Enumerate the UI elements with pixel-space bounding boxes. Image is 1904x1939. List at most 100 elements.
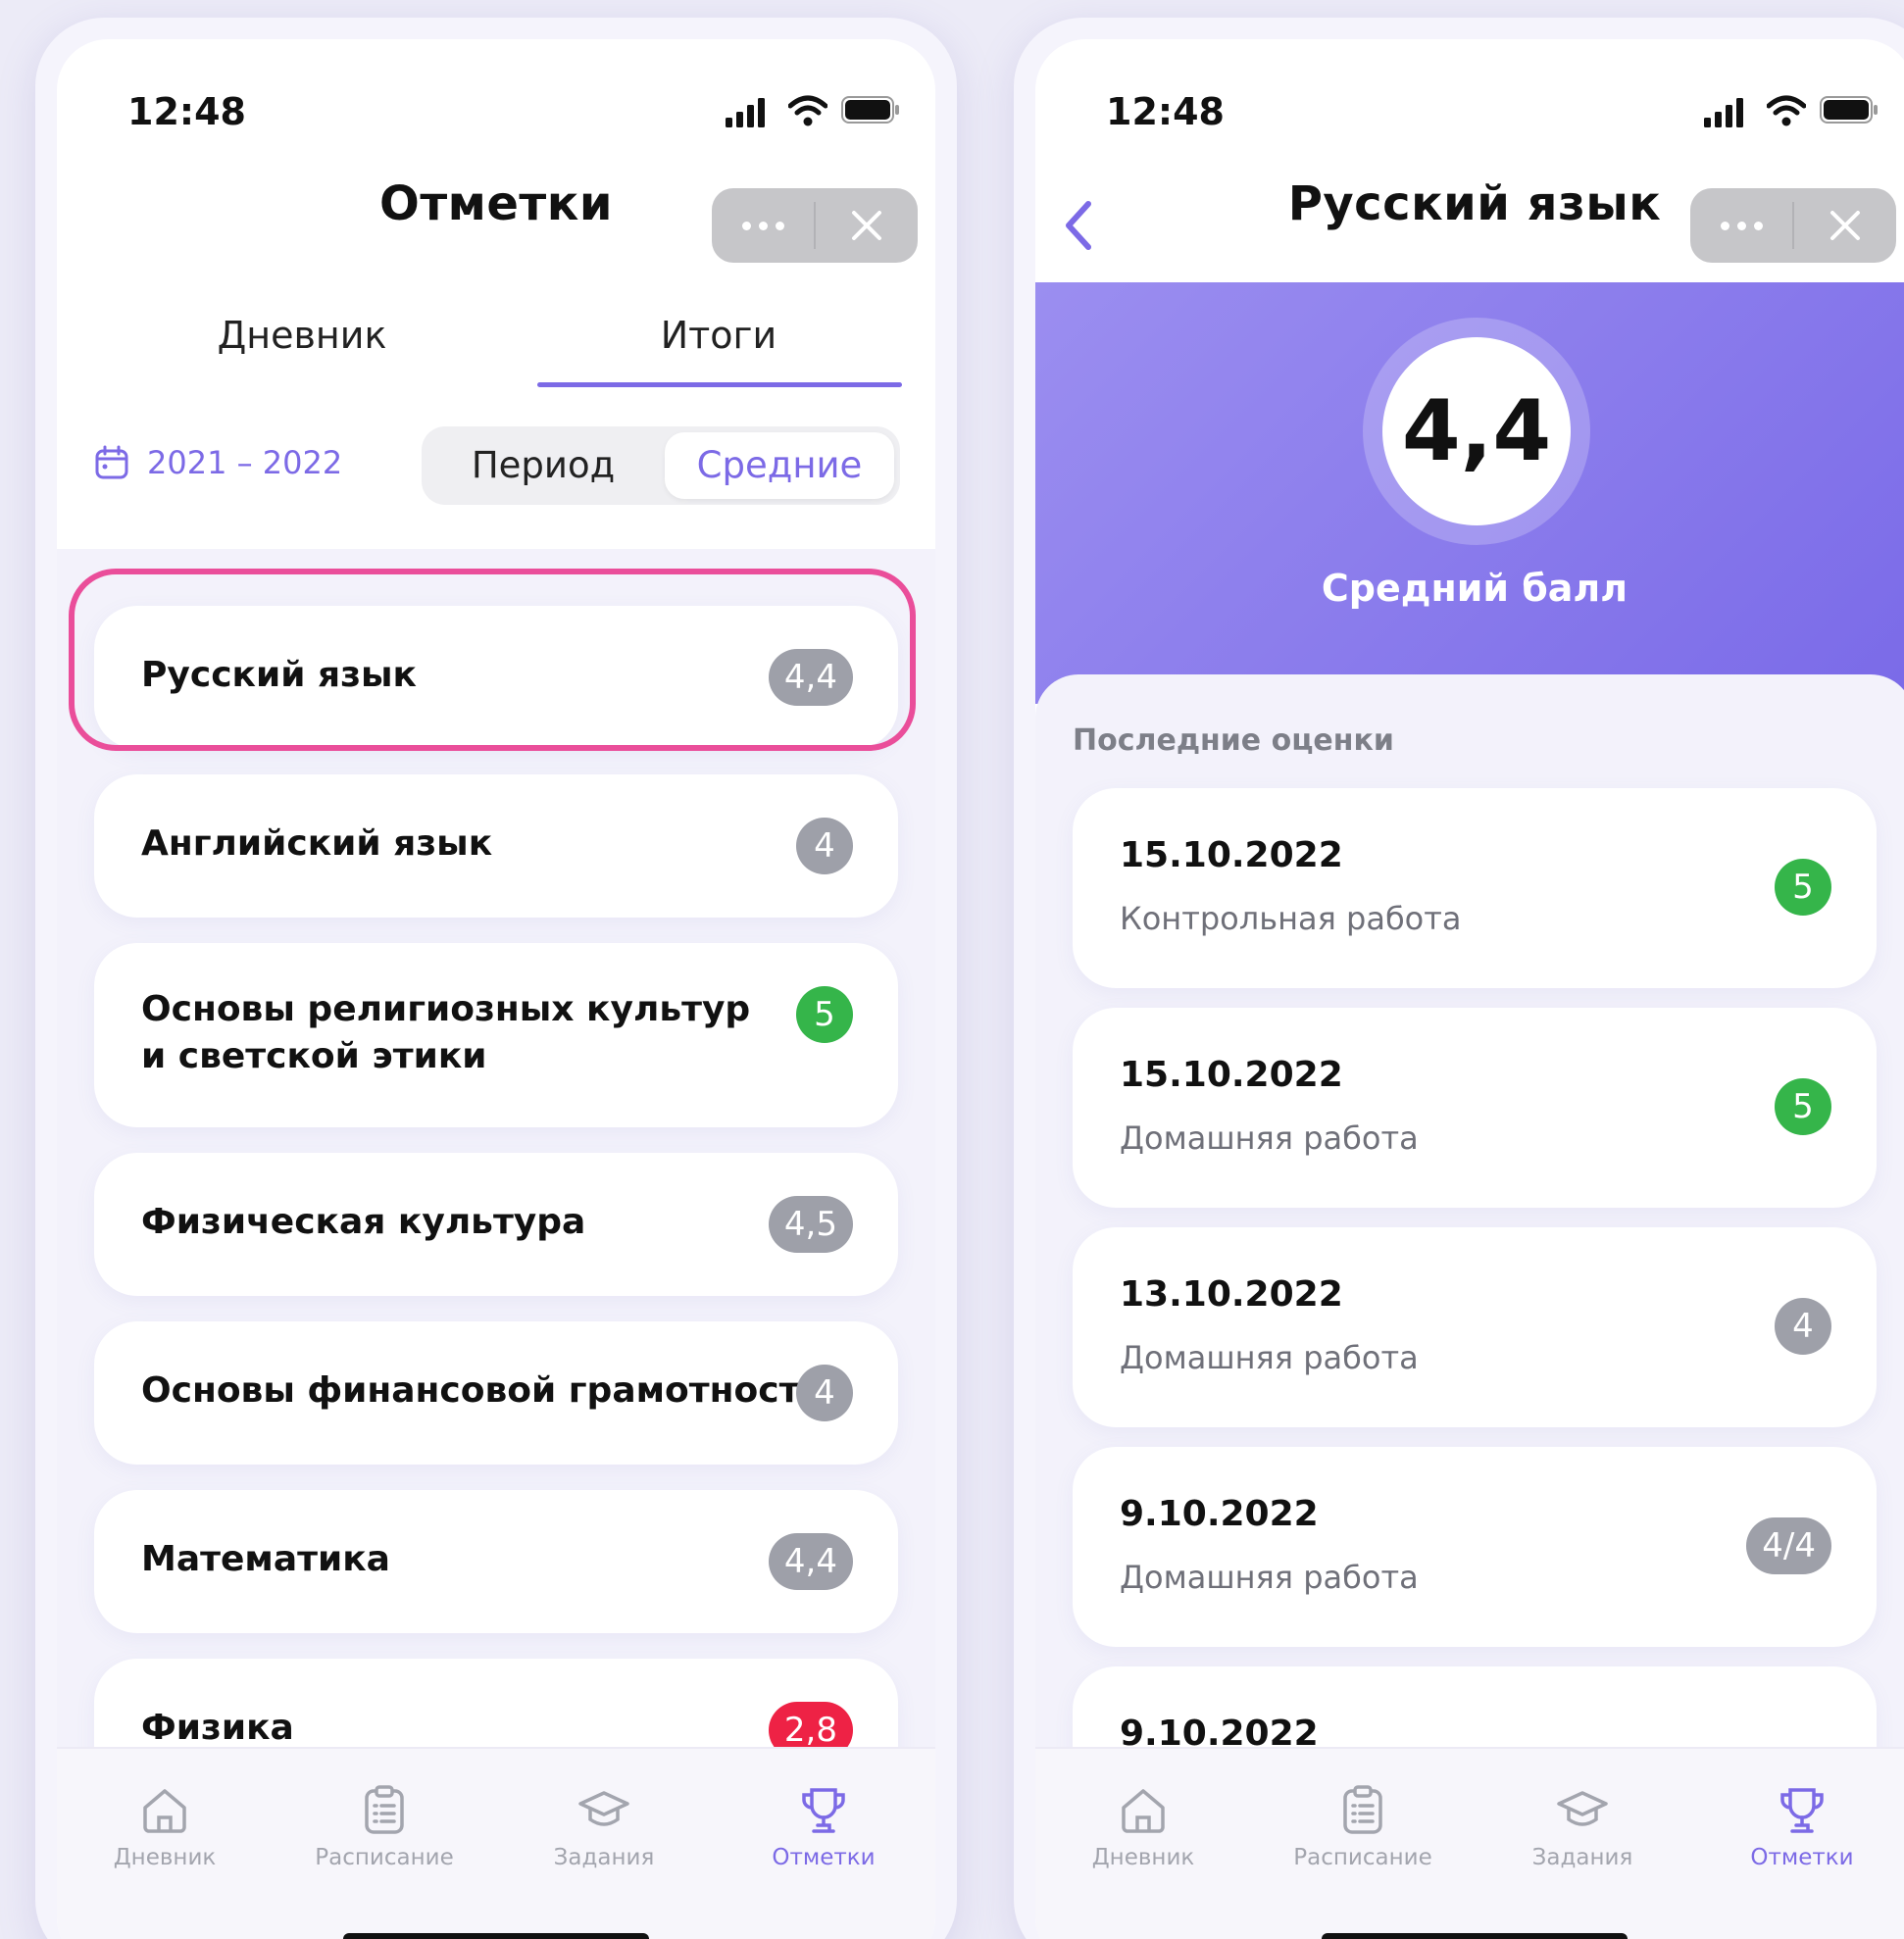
home-icon <box>143 1789 186 1833</box>
segment-period[interactable]: Период <box>427 432 659 499</box>
grade-card[interactable]: 15.10.2022 Домашняя работа 5 <box>1073 1008 1877 1208</box>
subject-name: Английский язык <box>141 823 493 864</box>
active-tab-indicator <box>537 382 902 387</box>
subject-name: Математика <box>141 1539 390 1579</box>
grade-type: Домашняя работа <box>1120 1559 1419 1596</box>
grade-type: Домашняя работа <box>1120 1119 1419 1157</box>
nav-schedule[interactable]: Расписание <box>1265 1782 1461 1870</box>
grade-badge: 5 <box>796 986 853 1043</box>
tab-diary[interactable]: Дневник <box>106 304 498 357</box>
battery-icon <box>841 96 899 124</box>
grade-date: 13.10.2022 <box>1120 1274 1343 1315</box>
subject-card[interactable]: Основы религиозных культур и светской эт… <box>94 943 898 1127</box>
status-time: 12:48 <box>127 90 246 133</box>
home-indicator <box>343 1933 649 1939</box>
mini-app-capsule <box>712 188 918 263</box>
more-button[interactable] <box>1690 188 1792 263</box>
grade-card[interactable]: 15.10.2022 Контрольная работа 5 <box>1073 788 1877 988</box>
nav-tasks[interactable]: Задания <box>506 1782 702 1870</box>
left-screen: 12:48 Отметки Дневник Итоги 2021 – 2022 <box>57 39 935 1939</box>
bottom-nav: Дневник Расписание Задания Отметки <box>1035 1747 1904 1939</box>
average-label: Средний балл <box>1321 567 1628 610</box>
average-score: 4,4 <box>1382 337 1571 525</box>
recent-grades-sheet: Последние оценки 15.10.2022 Контрольная … <box>1035 674 1904 1866</box>
right-phone: 12:48 Русский язык 4,4 Средний балл Посл… <box>1014 18 1904 1939</box>
subject-card[interactable]: Математика 4,4 <box>94 1490 898 1633</box>
segmented-control: Период Средние <box>422 426 900 505</box>
year-label: 2021 – 2022 <box>147 444 343 481</box>
grade-badge: 4/4 <box>1746 1517 1831 1574</box>
tab-totals[interactable]: Итоги <box>537 304 900 357</box>
nav-label: Дневник <box>113 1845 217 1870</box>
more-button[interactable] <box>712 188 814 263</box>
signal-icon <box>726 98 765 127</box>
nav-tasks[interactable]: Задания <box>1484 1782 1680 1870</box>
nav-diary[interactable]: Дневник <box>67 1782 263 1870</box>
grade-badge: 5 <box>1775 859 1831 916</box>
nav-schedule[interactable]: Расписание <box>286 1782 482 1870</box>
grade-date: 9.10.2022 <box>1120 1494 1319 1534</box>
grade-badge: 4 <box>1775 1298 1831 1355</box>
status-bar: 12:48 <box>57 39 935 176</box>
battery-icon <box>1820 96 1878 124</box>
left-phone: 12:48 Отметки Дневник Итоги 2021 – 2022 <box>35 18 957 1939</box>
grade-badge: 5 <box>1775 1078 1831 1135</box>
mini-app-capsule <box>1690 188 1896 263</box>
status-time: 12:48 <box>1106 90 1225 133</box>
close-button[interactable] <box>816 188 918 263</box>
grade-badge: 4,5 <box>768 1196 853 1253</box>
nav-marks[interactable]: Отметки <box>1704 1782 1900 1870</box>
grade-date: 15.10.2022 <box>1120 835 1343 875</box>
grade-type: Контрольная работа <box>1120 900 1462 937</box>
section-title: Последние оценки <box>1073 723 1394 758</box>
subject-name: Основы финансовой грамотности <box>141 1370 825 1411</box>
nav-label: Отметки <box>772 1845 876 1870</box>
home-indicator <box>1322 1933 1628 1939</box>
bottom-nav: Дневник Расписание Задания Отметки <box>57 1747 935 1939</box>
subject-name-line2: и светской этики <box>141 1036 487 1076</box>
graduation-cap-icon <box>1557 1791 1608 1826</box>
right-screen: 12:48 Русский язык 4,4 Средний балл Посл… <box>1035 39 1904 1939</box>
subject-card[interactable]: Физическая культура 4,5 <box>94 1153 898 1296</box>
grade-date: 15.10.2022 <box>1120 1055 1343 1095</box>
wifi-icon <box>1767 95 1806 126</box>
grade-card[interactable]: 13.10.2022 Домашняя работа 4 <box>1073 1227 1877 1427</box>
nav-label: Расписание <box>315 1845 454 1870</box>
nav-label: Отметки <box>1750 1845 1854 1870</box>
clipboard-icon <box>365 1785 404 1834</box>
grade-badge: 4,4 <box>768 1533 853 1590</box>
clipboard-icon <box>1343 1785 1382 1834</box>
grade-badge: 4 <box>796 818 853 874</box>
grade-type: Домашняя работа <box>1120 1339 1419 1376</box>
close-icon <box>852 211 881 240</box>
filter-row: 2021 – 2022 Период Средние <box>57 426 935 515</box>
nav-label: Расписание <box>1293 1845 1432 1870</box>
segment-averages[interactable]: Средние <box>665 432 894 499</box>
grade-card[interactable]: 9.10.2022 Домашняя работа 4/4 <box>1073 1447 1877 1647</box>
tab-bar: Дневник Итоги <box>57 304 935 392</box>
status-bar: 12:48 <box>1035 39 1904 176</box>
trophy-icon <box>1780 1788 1824 1833</box>
nav-marks[interactable]: Отметки <box>726 1782 922 1870</box>
close-icon <box>1830 211 1860 240</box>
close-button[interactable] <box>1794 188 1896 263</box>
average-hero: 4,4 Средний балл <box>1035 282 1904 704</box>
subject-name: Физика <box>141 1708 294 1748</box>
year-selector[interactable]: 2021 – 2022 <box>94 444 342 481</box>
home-icon <box>1122 1789 1165 1833</box>
nav-label: Задания <box>553 1845 655 1870</box>
signal-icon <box>1704 98 1743 127</box>
graduation-cap-icon <box>578 1791 629 1826</box>
nav-label: Задания <box>1531 1845 1633 1870</box>
nav-diary[interactable]: Дневник <box>1045 1782 1241 1870</box>
grade-badge: 4 <box>796 1365 853 1421</box>
selection-highlight <box>69 569 916 751</box>
subject-card[interactable]: Основы финансовой грамотности 4 <box>94 1321 898 1465</box>
nav-label: Дневник <box>1091 1845 1195 1870</box>
calendar-icon <box>95 445 128 479</box>
wifi-icon <box>788 95 827 126</box>
subject-name: Основы религиозных культур <box>141 989 751 1029</box>
subject-name: Физическая культура <box>141 1202 586 1242</box>
subject-card[interactable]: Английский язык 4 <box>94 774 898 918</box>
trophy-icon <box>802 1788 845 1833</box>
